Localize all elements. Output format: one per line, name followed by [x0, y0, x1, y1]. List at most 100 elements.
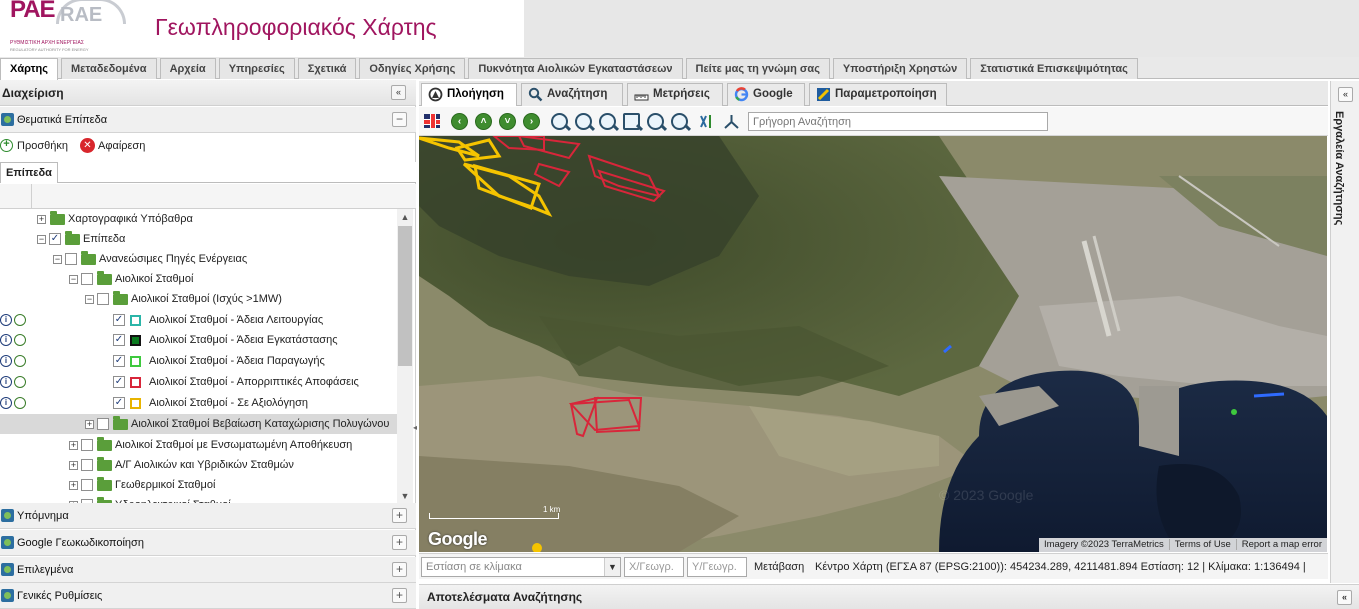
- collapse-thematic-button[interactable]: −: [392, 112, 407, 127]
- zoom-in-icon[interactable]: [551, 113, 568, 130]
- collapse-icon[interactable]: −: [85, 295, 94, 304]
- y-coordinate-field[interactable]: Υ/Γεωγρ.: [687, 557, 747, 577]
- collapse-panel-button[interactable]: «: [391, 85, 406, 100]
- selected-panel[interactable]: Επιλεγμένα +: [0, 557, 416, 583]
- expand-results-button[interactable]: «: [1337, 590, 1352, 605]
- layer-checkbox[interactable]: [65, 253, 77, 265]
- collapse-icon[interactable]: −: [37, 235, 46, 244]
- tree-row[interactable]: i ✓ Αιολικοί Σταθμοί - Σε Αξιολόγηση: [0, 393, 397, 413]
- layer-checkbox[interactable]: ✓: [113, 334, 125, 346]
- search-tools-panel[interactable]: « Εργαλεία Αναζήτησης: [1330, 81, 1359, 583]
- expand-search-tools-button[interactable]: «: [1338, 87, 1353, 102]
- tab-files[interactable]: Αρχεία: [159, 58, 216, 79]
- zoom-scale-select[interactable]: Εστίαση σε κλίμακα ▼: [421, 557, 621, 577]
- terms-link[interactable]: Terms of Use: [1168, 539, 1236, 550]
- google-geocoding-panel[interactable]: Google Γεωκωδικοποίηση +: [0, 530, 416, 556]
- zoom-extent-icon[interactable]: [623, 113, 640, 130]
- tree-row[interactable]: − ✓ Επίπεδα: [0, 229, 397, 249]
- info-icon[interactable]: i: [0, 397, 12, 409]
- report-error-link[interactable]: Report a map error: [1235, 539, 1327, 550]
- layer-checkbox[interactable]: ✓: [113, 397, 125, 409]
- tree-row[interactable]: − Ανανεώσιμες Πηγές Ενέργειας: [0, 249, 397, 269]
- tree-row[interactable]: + Γεωθερμικοί Σταθμοί: [0, 475, 397, 495]
- add-icon[interactable]: +: [0, 139, 13, 152]
- legend-panel[interactable]: Υπόμνημα +: [0, 503, 416, 529]
- tab-services[interactable]: Υπηρεσίες: [218, 58, 295, 79]
- identify-icon[interactable]: [698, 113, 715, 130]
- zoom-box-icon[interactable]: [599, 113, 616, 130]
- tree-row[interactable]: + Αιολικοί Σταθμοί με Ενσωματωμένη Αποθή…: [0, 435, 397, 455]
- remove-layer-button[interactable]: Αφαίρεση: [98, 133, 145, 159]
- expand-icon[interactable]: +: [69, 481, 78, 490]
- opacity-icon[interactable]: [14, 376, 26, 388]
- layer-checkbox[interactable]: [97, 293, 109, 305]
- layer-checkbox[interactable]: [81, 273, 93, 285]
- tab-layers[interactable]: Επίπεδα: [0, 162, 58, 183]
- general-settings-panel[interactable]: Γενικές Ρυθμίσεις +: [0, 583, 416, 609]
- measure-tool-icon[interactable]: [723, 113, 740, 130]
- tree-row-selected[interactable]: + Αιολικοί Σταθμοί Βεβαίωση Καταχώρισης …: [0, 414, 397, 434]
- tree-row[interactable]: i ✓ Αιολικοί Σταθμοί - Άδεια Λειτουργίας: [0, 310, 397, 330]
- info-icon[interactable]: i: [0, 314, 12, 326]
- zoom-previous-icon[interactable]: [647, 113, 664, 130]
- remove-icon[interactable]: ✕: [80, 138, 95, 153]
- tab-statistics[interactable]: Στατιστικά Επισκεψιμότητας: [970, 58, 1138, 79]
- expand-icon[interactable]: +: [85, 420, 94, 429]
- tab-metadata[interactable]: Μεταδεδομένα: [60, 58, 157, 79]
- tab-support[interactable]: Υποστήριξη Χρηστών: [832, 58, 968, 79]
- tab-feedback[interactable]: Πείτε μας τη γνώμη σας: [685, 58, 830, 79]
- zoom-next-icon[interactable]: [671, 113, 688, 130]
- tab-navigation[interactable]: Πλοήγηση: [421, 83, 517, 106]
- tab-measurements[interactable]: Μετρήσεις: [627, 83, 723, 106]
- add-layer-button[interactable]: Προσθήκη: [17, 133, 68, 159]
- opacity-icon[interactable]: [14, 314, 26, 326]
- expand-settings-button[interactable]: +: [392, 588, 407, 603]
- tree-row[interactable]: + Χαρτογραφικά Υπόβαθρα: [0, 209, 397, 229]
- scroll-down-icon[interactable]: ▼: [398, 489, 412, 503]
- chevron-down-icon[interactable]: ▼: [604, 558, 620, 576]
- expand-icon[interactable]: +: [69, 441, 78, 450]
- info-icon[interactable]: i: [0, 376, 12, 388]
- pan-up-icon[interactable]: ˄: [475, 113, 492, 130]
- tree-row[interactable]: − Αιολικοί Σταθμοί (Ισχύς >1MW): [0, 289, 397, 309]
- collapse-icon[interactable]: −: [69, 275, 78, 284]
- language-flag-icon[interactable]: [424, 114, 440, 128]
- layer-checkbox[interactable]: [81, 479, 93, 491]
- layer-checkbox[interactable]: ✓: [49, 233, 61, 245]
- go-to-button[interactable]: Μετάβαση: [754, 554, 804, 580]
- tab-search[interactable]: Αναζήτηση: [521, 83, 623, 106]
- layer-checkbox[interactable]: [97, 418, 109, 430]
- opacity-icon[interactable]: [14, 355, 26, 367]
- map-canvas[interactable]: © 2023 Google 1 km Google Imagery ©2023 …: [419, 136, 1327, 552]
- quick-search-input[interactable]: [748, 112, 1048, 131]
- expand-icon[interactable]: +: [69, 461, 78, 470]
- pan-left-icon[interactable]: ‹: [451, 113, 468, 130]
- info-icon[interactable]: i: [0, 334, 12, 346]
- splitter-handle[interactable]: ◂: [413, 418, 418, 438]
- expand-legend-button[interactable]: +: [392, 508, 407, 523]
- expand-icon[interactable]: +: [37, 215, 46, 224]
- x-coordinate-field[interactable]: Χ/Γεωγρ.: [624, 557, 684, 577]
- tree-row[interactable]: i ✓ Αιολικοί Σταθμοί - Απορριπτικές Αποφ…: [0, 372, 397, 392]
- opacity-icon[interactable]: [14, 397, 26, 409]
- tree-row[interactable]: + Α/Γ Αιολικών και Υβριδικών Σταθμών: [0, 455, 397, 475]
- layer-checkbox[interactable]: ✓: [113, 376, 125, 388]
- expand-geocoding-button[interactable]: +: [392, 535, 407, 550]
- tab-map[interactable]: Χάρτης: [0, 58, 58, 80]
- expand-selected-button[interactable]: +: [392, 562, 407, 577]
- collapse-icon[interactable]: −: [53, 255, 62, 264]
- tree-row[interactable]: i ✓ Αιολικοί Σταθμοί - Άδεια Εγκατάσταση…: [0, 330, 397, 350]
- opacity-icon[interactable]: [14, 334, 26, 346]
- thematic-layers-header[interactable]: Θεματικά Επίπεδα −: [0, 107, 416, 133]
- tab-settings[interactable]: Παραμετροποίηση: [809, 83, 947, 106]
- tab-about[interactable]: Σχετικά: [297, 58, 357, 79]
- pan-right-icon[interactable]: ›: [523, 113, 540, 130]
- scroll-thumb[interactable]: [398, 226, 412, 366]
- tree-row[interactable]: − Αιολικοί Σταθμοί: [0, 269, 397, 289]
- layer-checkbox[interactable]: ✓: [113, 314, 125, 326]
- scroll-up-icon[interactable]: ▲: [398, 210, 412, 224]
- tree-row[interactable]: i ✓ Αιολικοί Σταθμοί - Άδεια Παραγωγής: [0, 351, 397, 371]
- zoom-out-icon[interactable]: [575, 113, 592, 130]
- tab-wind-density[interactable]: Πυκνότητα Αιολικών Εγκαταστάσεων: [468, 58, 683, 79]
- layer-checkbox[interactable]: [81, 439, 93, 451]
